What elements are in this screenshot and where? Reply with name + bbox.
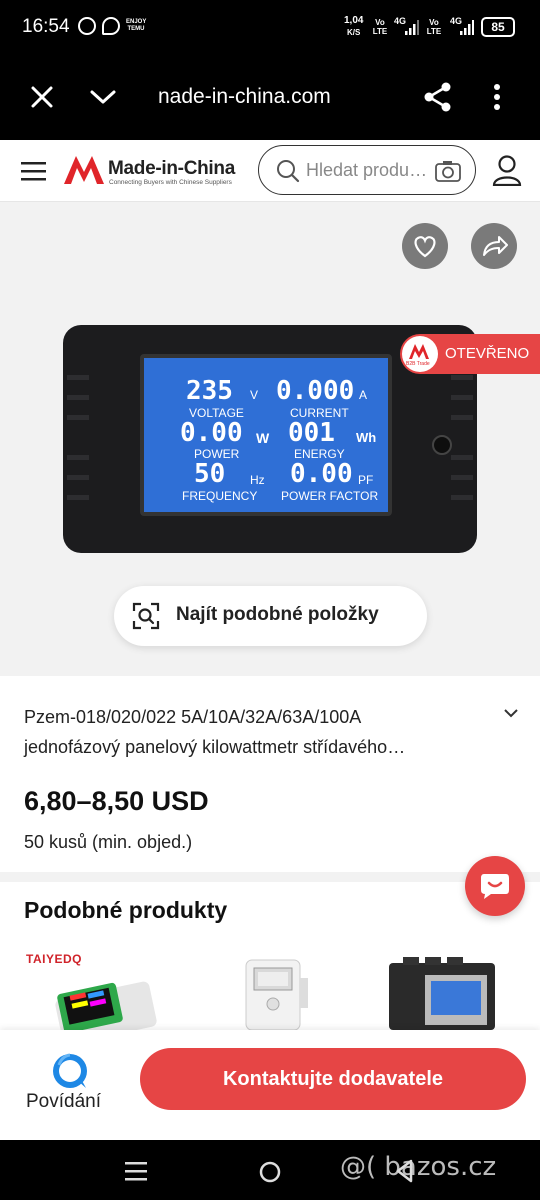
status-time: 16:54	[22, 16, 70, 37]
lcd-power-value: 0.00	[180, 418, 243, 448]
logo-text: Made-in-China	[108, 158, 235, 179]
similar-product-image-2	[245, 959, 308, 1030]
section-divider	[0, 872, 540, 882]
bazos-watermark: @( bazos.cz	[340, 1152, 497, 1182]
lcd-pf-unit: PF	[358, 473, 374, 487]
lcd-frequency-unit: Hz	[250, 473, 265, 487]
volte-1: Vo LTE	[372, 18, 388, 36]
chat-bubble-icon	[481, 874, 509, 899]
similar-product-card-2[interactable]	[220, 950, 320, 1030]
more-vert-icon[interactable]	[493, 84, 501, 110]
signal-icon-2	[460, 20, 474, 35]
chat-button-label[interactable]: Povídání	[26, 1091, 101, 1113]
share-product-button[interactable]	[471, 223, 517, 269]
logo-tagline: Connecting Buyers with Chinese Suppliers	[109, 179, 232, 186]
product-title-line-2: jednofázový panelový kilowattmetr střída…	[24, 737, 406, 757]
open-badge-label: OTEVŘENO	[445, 345, 530, 362]
product-title[interactable]: Pzem-018/020/022 5A/10A/32A/63A/100A jed…	[24, 702, 464, 762]
heart-icon	[414, 236, 436, 258]
lcd-power-unit: W	[256, 430, 270, 446]
screen: 16:54 ENJOY TEMU 1,04 K/S Vo LTE 4G Vo L…	[0, 0, 540, 1200]
search-icon	[277, 160, 300, 183]
temu-notification-icon: ENJOY TEMU	[126, 19, 147, 32]
meter-lcd-display: 235 V 0.000 A VOLTAGE CURRENT 0.00 W 001…	[140, 354, 392, 516]
forward-share-icon	[483, 236, 508, 256]
lcd-frequency-label: FREQUENCY	[182, 489, 258, 503]
product-price: 6,80–8,50 USD	[24, 786, 209, 816]
chat-fab-button[interactable]	[465, 856, 525, 916]
made-in-china-mini-icon	[409, 344, 429, 359]
chat-icon[interactable]	[50, 1051, 90, 1091]
minimum-order-quantity: 50 kusů (min. objed.)	[24, 832, 193, 852]
lcd-current-unit: A	[359, 388, 368, 402]
site-logo[interactable]: Made-in-China Connecting Buyers with Chi…	[64, 152, 248, 190]
lcd-pf-label: POWER FACTOR	[281, 489, 379, 503]
share-icon[interactable]	[424, 82, 452, 112]
signal-icon	[405, 20, 419, 35]
lcd-pf-value: 0.00	[290, 459, 353, 489]
similar-product-card-3[interactable]	[385, 955, 500, 1030]
lcd-frequency-value: 50	[194, 459, 226, 489]
visual-search-icon	[132, 602, 160, 630]
chat-bot-icon	[53, 1053, 87, 1088]
chevron-down-icon[interactable]	[89, 88, 117, 106]
battery-indicator: 85	[481, 17, 515, 37]
home-icon[interactable]	[258, 1160, 282, 1184]
find-similar-button[interactable]: Najít podobné položky	[114, 586, 427, 646]
similar-products-heading: Podobné produkty	[24, 897, 228, 923]
expand-title-chevron-icon[interactable]	[503, 708, 519, 720]
product-title-line-1: Pzem-018/020/022 5A/10A/32A/63A/100A	[24, 707, 362, 727]
find-similar-label: Najít podobné položky	[176, 604, 379, 625]
lcd-current-value: 0.000	[276, 376, 355, 406]
net-speed-unit: K/S	[347, 28, 361, 37]
similar-product-image-1	[55, 981, 157, 1030]
contact-supplier-button[interactable]: Kontaktujte dodavatele	[140, 1048, 526, 1110]
favorite-button[interactable]	[402, 223, 448, 269]
brand-logo-taiyedq: TAIYEDQ	[26, 952, 82, 966]
user-account-icon[interactable]	[492, 154, 522, 186]
similar-product-image-3	[389, 957, 495, 1030]
volte-2: Vo LTE	[426, 18, 442, 36]
lcd-voltage-value: 235	[186, 376, 233, 406]
similar-product-card-1[interactable]: TAIYEDQ	[24, 946, 164, 1030]
recent-apps-icon[interactable]	[125, 1161, 147, 1181]
messenger-icon	[102, 17, 120, 35]
status-bar: 16:54 ENJOY TEMU 1,04 K/S Vo LTE 4G Vo L…	[0, 0, 540, 56]
camera-search-icon[interactable]	[435, 160, 461, 182]
search-placeholder[interactable]: Hledat produ…	[306, 160, 427, 181]
url-text[interactable]: nade-in-china.com	[158, 85, 331, 109]
lcd-voltage-unit: V	[250, 388, 259, 402]
lcd-energy-value: 001	[288, 418, 335, 448]
open-store-badge[interactable]: B2B Trade OTEVŘENO	[400, 334, 540, 374]
net-speed: 1,04	[344, 15, 364, 26]
hamburger-menu-icon[interactable]	[21, 161, 46, 181]
lcd-energy-unit: Wh	[356, 430, 377, 445]
b2b-trade-logo: B2B Trade	[402, 336, 438, 372]
made-in-china-logo-icon	[64, 156, 104, 184]
close-icon[interactable]	[30, 85, 54, 109]
b2b-trade-text: B2B Trade	[406, 361, 430, 367]
whatsapp-icon	[78, 17, 96, 35]
